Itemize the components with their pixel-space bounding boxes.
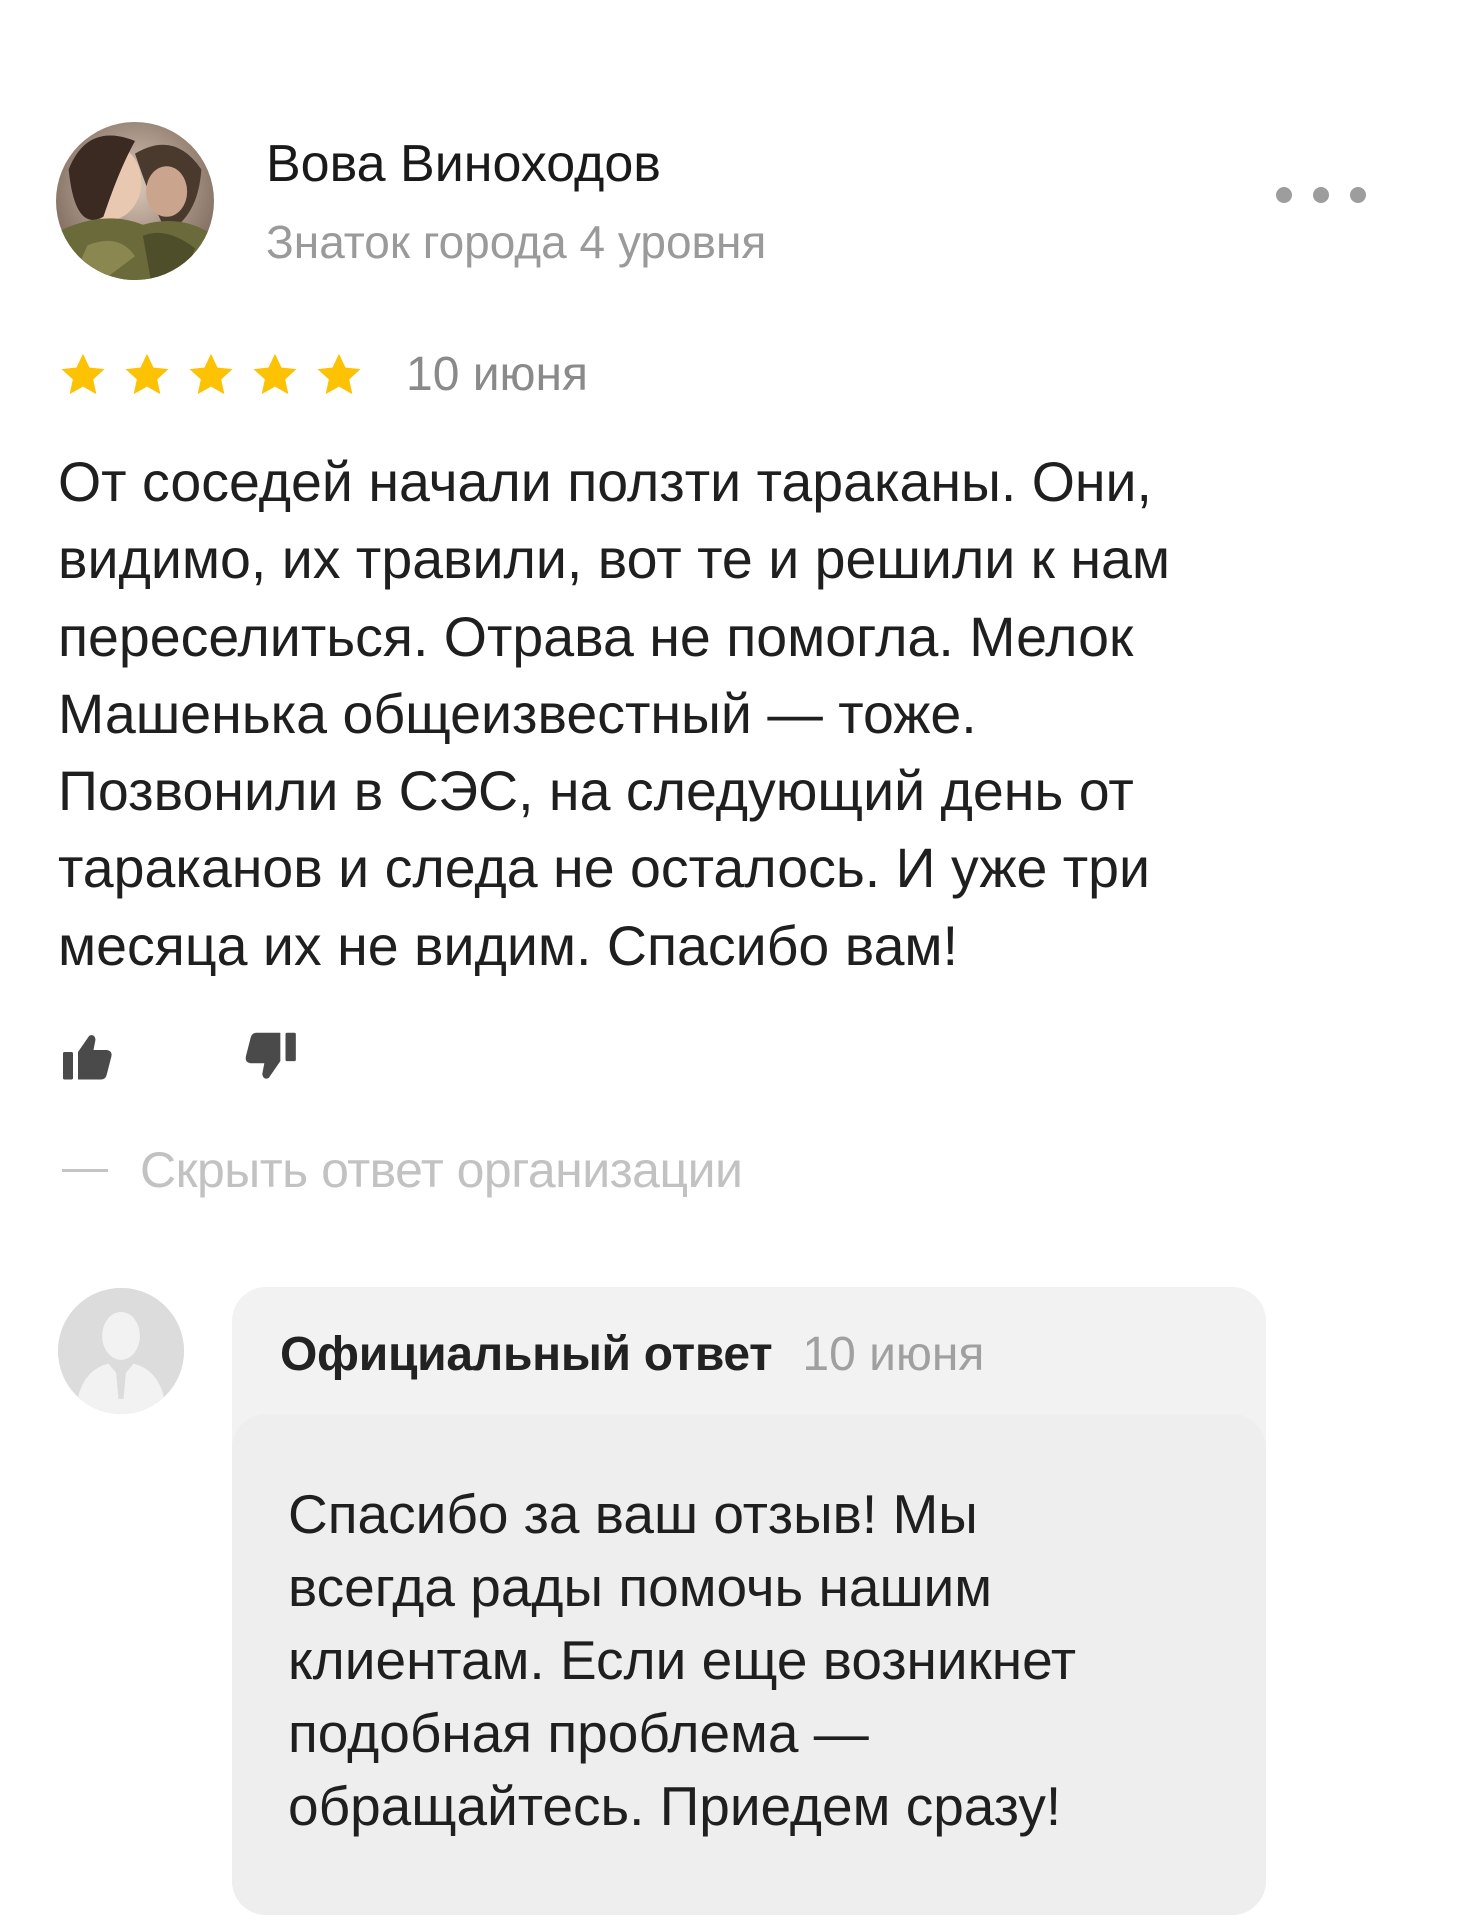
star-icon	[250, 350, 300, 400]
author-level: Знаток города 4 уровня	[266, 216, 767, 268]
review-text-line: Позвонили в СЭС, на следующий день от	[58, 760, 1134, 823]
org-silhouette-avatar	[58, 1288, 184, 1414]
org-answer-header: Официальный ответ 10 июня	[280, 1324, 984, 1386]
org-answer-text-line: клиентам. Если еще возникнет	[288, 1629, 1077, 1691]
review-text-line: От соседей начали ползти тараканы. Они,	[58, 451, 1152, 513]
author-avatar[interactable]	[56, 122, 214, 280]
more-options-button[interactable]	[1276, 170, 1366, 220]
org-answer-title: Официальный ответ	[280, 1328, 773, 1381]
review-text-line: переселиться. Отрава не помогла. Мелок	[58, 605, 1134, 668]
rating-stars	[58, 349, 378, 401]
dislike-button[interactable]	[238, 1025, 302, 1087]
org-answer-text-line: подобная проблема —	[288, 1702, 869, 1764]
star-icon	[122, 350, 172, 400]
star-icon	[314, 350, 364, 400]
thumbs-up-icon	[63, 1035, 112, 1080]
more-dots-icon-dot	[1313, 187, 1329, 203]
hide-org-answer-link[interactable]: Скрыть ответ организации	[62, 1140, 743, 1200]
org-answer-text-line: обращайтесь. Приедем сразу!	[288, 1775, 1062, 1837]
org-answer-text-line: всегда рады помочь нашим	[288, 1556, 993, 1618]
review-text: От соседей начали ползти тараканы. Они, …	[58, 444, 1398, 985]
org-answer-body: Спасибо за ваш отзыв! Мы всегда рады пом…	[232, 1414, 1266, 1915]
user-photo-avatar	[56, 122, 214, 280]
org-answer-date: 10 июня	[802, 1328, 985, 1381]
more-dots-icon	[1276, 187, 1292, 203]
review-date: 10 июня	[406, 348, 589, 401]
org-avatar	[58, 1288, 184, 1414]
dash-icon	[62, 1168, 108, 1172]
review-text-line: тараканов и следа не осталось. И уже три	[58, 837, 1151, 900]
star-icon	[186, 350, 236, 400]
thumbs-down-icon	[245, 1032, 296, 1079]
org-answer-card: Официальный ответ 10 июня Спасибо за ваш…	[232, 1287, 1266, 1915]
author-name[interactable]: Вова Виноходов	[266, 132, 661, 196]
star-icon	[58, 350, 108, 400]
like-button[interactable]	[58, 1027, 118, 1087]
more-dots-icon-dot	[1350, 187, 1366, 203]
review-text-line: видимо, их травили, вот те и решили к на…	[58, 528, 1171, 591]
org-answer-text: Спасибо за ваш отзыв! Мы всегда рады пом…	[288, 1478, 1076, 1843]
review-text-line: Машенька общеизвестный — тоже.	[58, 682, 977, 745]
hide-org-answer-label: Скрыть ответ организации	[140, 1142, 743, 1198]
review-text-line: месяца их не видим. Спасибо вам!	[58, 914, 959, 977]
org-answer-text-line: Спасибо за ваш отзыв! Мы	[288, 1483, 978, 1545]
